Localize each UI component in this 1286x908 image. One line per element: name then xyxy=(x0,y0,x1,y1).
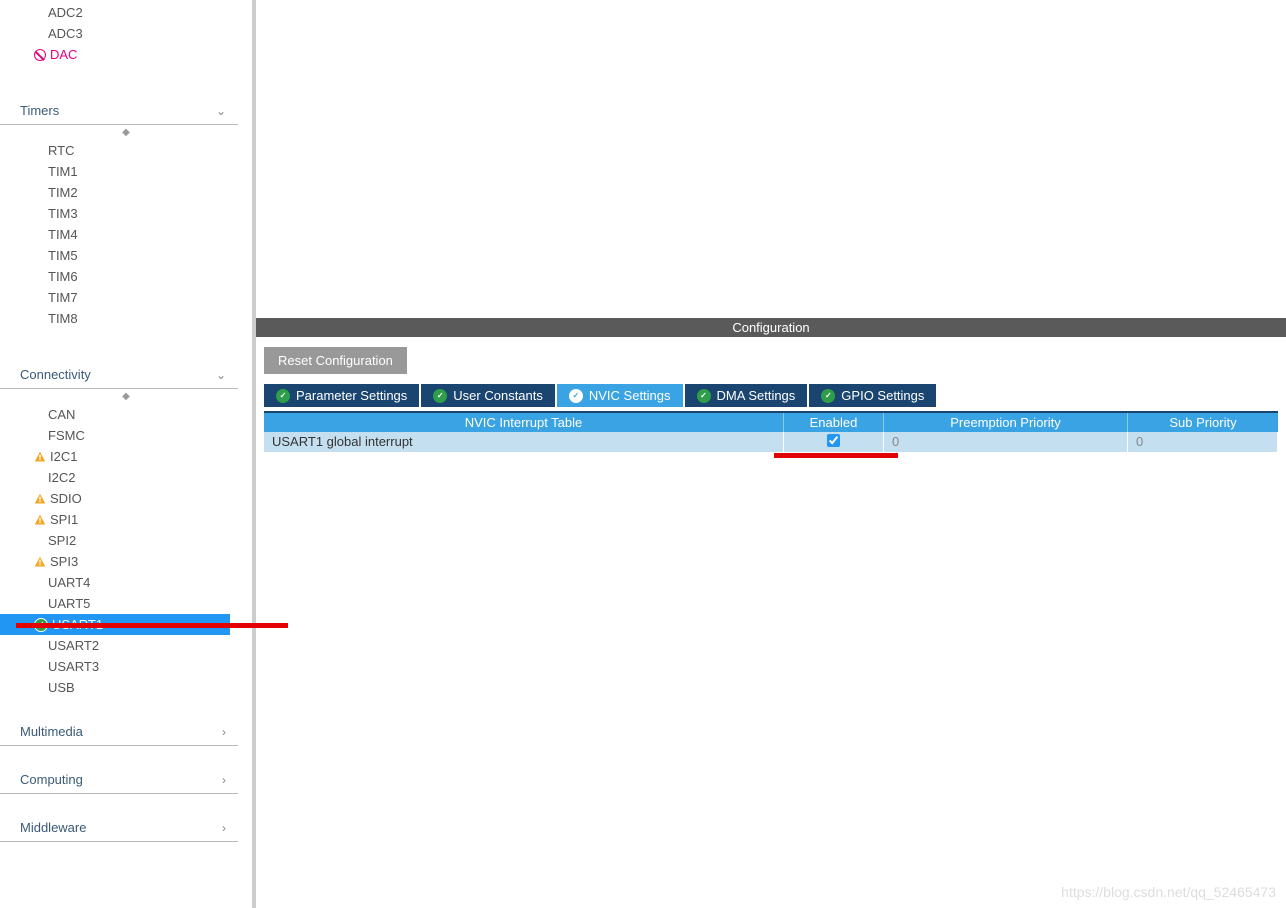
section-header-connectivity[interactable]: Connectivity ⌄ xyxy=(0,359,238,389)
sidebar: ADC2 ADC3 DAC Timers ⌄ ◆ RTCTIM1TIM2TIM3… xyxy=(0,0,256,908)
column-header-enabled[interactable]: Enabled xyxy=(784,413,884,432)
tree-item-rtc[interactable]: RTC xyxy=(8,140,244,161)
section-label: Timers xyxy=(20,103,59,118)
tree-item-label: SPI1 xyxy=(50,511,78,528)
chevron-right-icon: › xyxy=(222,821,226,835)
tree-item-can[interactable]: CAN xyxy=(8,404,244,425)
tree-item-spi2[interactable]: SPI2 xyxy=(8,530,244,551)
check-icon xyxy=(569,389,583,403)
tab-parameter-settings[interactable]: Parameter Settings xyxy=(264,384,419,407)
tree-item-tim3[interactable]: TIM3 xyxy=(8,203,244,224)
chevron-right-icon: › xyxy=(222,773,226,787)
tree-item-tim2[interactable]: TIM2 xyxy=(8,182,244,203)
tree-item-spi3[interactable]: SPI3 xyxy=(8,551,244,572)
tab-gpio-settings[interactable]: GPIO Settings xyxy=(809,384,936,407)
cell-enabled xyxy=(784,432,884,452)
section-header-timers[interactable]: Timers ⌄ xyxy=(0,95,238,125)
section-header-middleware[interactable]: Middleware › xyxy=(0,812,238,842)
no-entry-icon xyxy=(34,49,46,61)
tab-label: Parameter Settings xyxy=(296,388,407,403)
cell-sub: 0 xyxy=(1128,432,1278,452)
tree-item-dac[interactable]: DAC xyxy=(8,44,244,65)
table-row[interactable]: USART1 global interrupt 0 0 xyxy=(264,432,1278,452)
table-header-row: NVIC Interrupt Table Enabled Preemption … xyxy=(264,411,1278,432)
annotation-underline xyxy=(16,623,288,628)
tree-item-tim1[interactable]: TIM1 xyxy=(8,161,244,182)
tree-item-tim4[interactable]: TIM4 xyxy=(8,224,244,245)
tree-item-label: SDIO xyxy=(50,490,82,507)
tree-item-label: I2C1 xyxy=(50,448,77,465)
tree-item-sdio[interactable]: SDIO xyxy=(8,488,244,509)
section-label: Computing xyxy=(20,772,83,787)
column-header-preemption[interactable]: Preemption Priority xyxy=(884,413,1128,432)
annotation-underline xyxy=(774,453,898,458)
enabled-checkbox[interactable] xyxy=(827,434,840,447)
section-header-computing[interactable]: Computing › xyxy=(0,764,238,794)
tree-item-i2c1[interactable]: I2C1 xyxy=(8,446,244,467)
tree-item-tim7[interactable]: TIM7 xyxy=(8,287,244,308)
section-label: Middleware xyxy=(20,820,86,835)
watermark-text: https://blog.csdn.net/qq_52465473 xyxy=(1061,884,1276,900)
tab-dma-settings[interactable]: DMA Settings xyxy=(685,384,808,407)
tab-label: DMA Settings xyxy=(717,388,796,403)
section-label: Connectivity xyxy=(20,367,91,382)
cell-preemption: 0 xyxy=(884,432,1128,452)
section-header-multimedia[interactable]: Multimedia › xyxy=(0,716,238,746)
chevron-down-icon: ⌄ xyxy=(216,368,226,382)
tree-item-fsmc[interactable]: FSMC xyxy=(8,425,244,446)
nvic-table: NVIC Interrupt Table Enabled Preemption … xyxy=(264,411,1278,452)
tree-item-tim5[interactable]: TIM5 xyxy=(8,245,244,266)
column-header-sub[interactable]: Sub Priority xyxy=(1128,413,1278,432)
config-header: Configuration xyxy=(256,318,1286,337)
tab-label: User Constants xyxy=(453,388,543,403)
warning-icon xyxy=(34,493,46,505)
tree-item-usart2[interactable]: USART2 xyxy=(8,635,244,656)
tree-item-usart3[interactable]: USART3 xyxy=(8,656,244,677)
chevron-down-icon: ⌄ xyxy=(216,104,226,118)
check-icon xyxy=(821,389,835,403)
tree-item-label: DAC xyxy=(50,46,77,63)
cell-interrupt-name: USART1 global interrupt xyxy=(264,432,784,452)
warning-icon xyxy=(34,451,46,463)
tab-nvic-settings[interactable]: NVIC Settings xyxy=(557,384,683,407)
config-body: Reset Configuration Parameter Settings Us… xyxy=(256,337,1286,452)
tree-item-label: SPI3 xyxy=(50,553,78,570)
toggle-handle[interactable]: ◆ xyxy=(8,125,244,140)
tree-item-tim6[interactable]: TIM6 xyxy=(8,266,244,287)
config-tabs: Parameter Settings User Constants NVIC Set… xyxy=(264,384,1278,407)
chevron-right-icon: › xyxy=(222,725,226,739)
main-top-area xyxy=(256,0,1286,318)
tree-item-spi1[interactable]: SPI1 xyxy=(8,509,244,530)
main-panel: Configuration Reset Configuration Parame… xyxy=(256,0,1286,908)
check-icon xyxy=(433,389,447,403)
check-icon xyxy=(276,389,290,403)
tab-user-constants[interactable]: User Constants xyxy=(421,384,555,407)
column-header-interrupt[interactable]: NVIC Interrupt Table xyxy=(264,413,784,432)
reset-configuration-button[interactable]: Reset Configuration xyxy=(264,347,407,374)
tab-label: NVIC Settings xyxy=(589,388,671,403)
tree-item-adc2[interactable]: ADC2 xyxy=(8,2,244,23)
toggle-handle[interactable]: ◆ xyxy=(8,389,244,404)
tree-item-usb[interactable]: USB xyxy=(8,677,244,698)
tree-item-adc3[interactable]: ADC3 xyxy=(8,23,244,44)
tree-item-i2c2[interactable]: I2C2 xyxy=(8,467,244,488)
tree-item-uart4[interactable]: UART4 xyxy=(8,572,244,593)
tree-item-uart5[interactable]: UART5 xyxy=(8,593,244,614)
tree-item-tim8[interactable]: TIM8 xyxy=(8,308,244,329)
section-label: Multimedia xyxy=(20,724,83,739)
tab-label: GPIO Settings xyxy=(841,388,924,403)
warning-icon xyxy=(34,514,46,526)
warning-icon xyxy=(34,556,46,568)
check-icon xyxy=(697,389,711,403)
